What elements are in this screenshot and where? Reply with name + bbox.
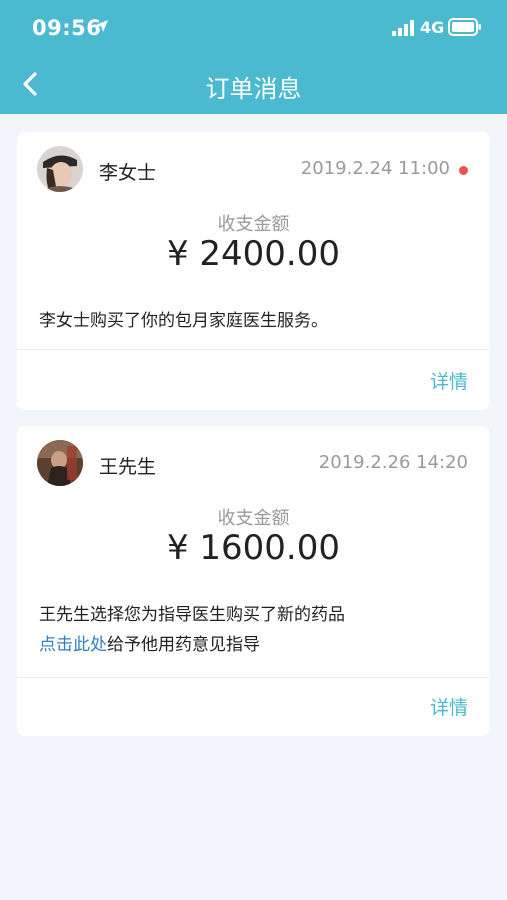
click-here-link[interactable]: 点击此处 bbox=[39, 635, 107, 655]
description-line: 点击此处给予他用药意见指导 bbox=[39, 630, 468, 660]
location-arrow-icon bbox=[96, 20, 108, 32]
amount-label: 收支金额 bbox=[217, 508, 290, 529]
amount-value: ¥ 2400.00 bbox=[166, 234, 341, 274]
unread-dot bbox=[459, 166, 468, 175]
message-description: 李女士购买了你的包月家庭医生服务。 bbox=[39, 306, 468, 336]
amount-value: ¥ 1600.00 bbox=[166, 528, 341, 568]
description-line: 王先生选择您为指导医生购买了新的药品 bbox=[39, 605, 345, 625]
description-text: 李女士购买了你的包月家庭医生服务。 bbox=[39, 311, 328, 331]
battery-icon bbox=[448, 18, 481, 36]
message-description: 王先生选择您为指导医生购买了新的药品 点击此处给予他用药意见指导 bbox=[39, 600, 468, 660]
divider bbox=[17, 677, 490, 678]
avatar-image bbox=[37, 146, 83, 192]
signal-icon bbox=[392, 20, 414, 36]
amount-label: 收支金额 bbox=[217, 214, 290, 235]
user-name: 李女士 bbox=[99, 162, 157, 184]
detail-button[interactable]: 详情 bbox=[430, 693, 468, 720]
nav-bar: 订单消息 bbox=[0, 56, 507, 114]
order-message-card: 王先生 2019.2.26 14:20 收支金额 ¥ 1600.00 王先生选择… bbox=[17, 426, 490, 736]
avatar[interactable] bbox=[37, 146, 83, 192]
detail-button[interactable]: 详情 bbox=[430, 367, 468, 394]
order-message-card: 李女士 2019.2.24 11:00 收支金额 ¥ 2400.00 李女士购买… bbox=[17, 132, 490, 410]
divider bbox=[17, 349, 490, 350]
status-time: 09:56 bbox=[32, 16, 102, 40]
avatar-image bbox=[37, 440, 83, 486]
message-time: 2019.2.24 11:00 bbox=[300, 158, 450, 179]
page-title: 订单消息 bbox=[205, 75, 302, 103]
description-link-suffix: 给予他用药意见指导 bbox=[107, 635, 260, 655]
status-bar: 09:56 4G bbox=[0, 0, 507, 56]
user-name: 王先生 bbox=[99, 456, 157, 478]
network-label: 4G bbox=[420, 18, 445, 37]
message-time: 2019.2.26 14:20 bbox=[318, 452, 468, 473]
avatar[interactable] bbox=[37, 440, 83, 486]
app-header: 09:56 4G 订单消息 bbox=[0, 0, 507, 114]
